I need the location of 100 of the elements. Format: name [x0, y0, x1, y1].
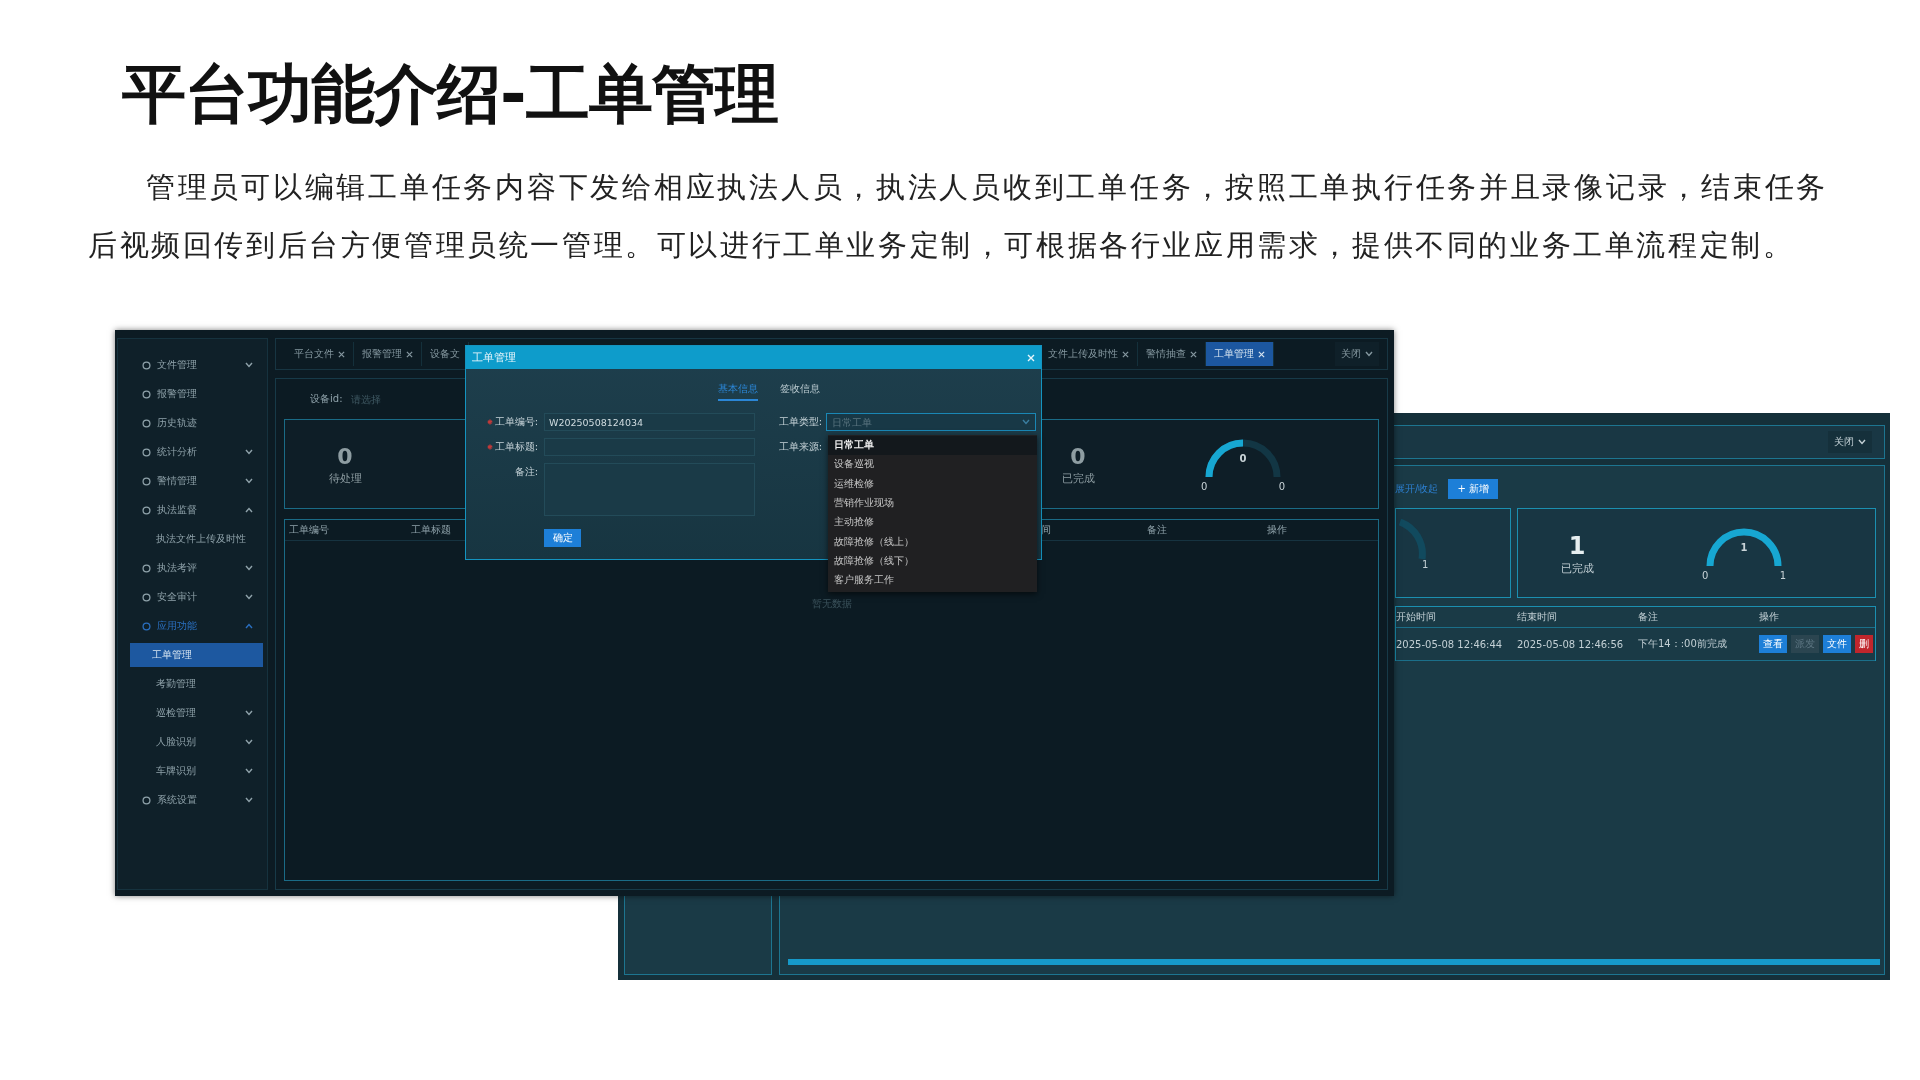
chevron-down-icon [245, 594, 253, 600]
chevron-down-icon [245, 362, 253, 368]
chevron-down-icon [245, 478, 253, 484]
tab[interactable]: 工单管理 [1206, 342, 1274, 366]
table-header-cell-text: 结束时间 [1517, 610, 1558, 624]
sidebar-item[interactable]: 安全审计 [118, 585, 267, 609]
circle-icon [142, 447, 151, 457]
stat-label: 已完成 [1061, 470, 1095, 486]
action-button[interactable]: 文件 [1823, 635, 1851, 653]
table-header-cell-text: 开始时间 [1396, 610, 1437, 624]
table-header-cell-text: 备注 [1638, 610, 1659, 624]
dropdown-option[interactable]: 主动抢修 [828, 513, 1037, 533]
gauge-value: 1 [1739, 542, 1749, 554]
sidebar-item[interactable]: 巡检管理 [118, 701, 267, 725]
sidebar-item[interactable]: 系统设置 [118, 788, 267, 812]
stat-value: 0 [1070, 442, 1086, 471]
slide-description: 管理员可以编辑工单任务内容下发给相应执法人员，执法人员收到工单任务，按照工单执行任务并且录像记录，结束任务后视频回传到后台方便管理员统一管理。可以进行工单业务定制，可根据各行业应用需求，提供不同的业务工单流程定制。 [88, 169, 1828, 264]
sidebar-item[interactable]: 车牌识别 [118, 759, 267, 783]
circle-icon [142, 476, 151, 486]
gauge-min-label: 0 [1201, 481, 1208, 493]
sidebar-item[interactable]: 工单管理 [130, 643, 263, 667]
field-label: 工单标题: [494, 440, 538, 454]
stat-label: 已完成 [1560, 560, 1594, 576]
sidebar-item[interactable]: 执法监督 [118, 498, 267, 522]
close-icon [406, 350, 413, 358]
sidebar-item[interactable]: 应用功能 [118, 614, 267, 638]
dropdown-option[interactable]: 运维检修 [828, 474, 1037, 494]
scroll-bar[interactable] [788, 959, 1880, 965]
field-label: 工单来源: [778, 440, 822, 454]
dropdown-option[interactable]: 客户服务工作 [828, 571, 1037, 591]
table-header-cell-text: 工单标题 [411, 523, 452, 537]
dropdown-option[interactable]: 日常工单 [828, 436, 1037, 456]
filter-label: 设备id: [310, 392, 343, 406]
sidebar-item[interactable]: 执法文件上传及时性 [118, 527, 267, 551]
dropdown-option[interactable]: 故障抢修（线下） [828, 551, 1037, 572]
chevron-down-icon [1858, 439, 1866, 445]
table-cell-text: 下午14：:00前完成 [1638, 637, 1728, 651]
asterisk-icon [486, 444, 493, 450]
chevron-down-icon [1365, 351, 1373, 357]
chevron-down-icon [245, 710, 253, 716]
sidebar-item[interactable]: 执法考评 [118, 556, 267, 580]
table-cell-text: 2025-05-08 12:46:44 [1396, 638, 1504, 650]
sidebar-item[interactable]: 统计分析 [118, 440, 267, 464]
close-icon [1190, 350, 1197, 358]
dropdown-option[interactable]: 故障抢修（线上） [828, 532, 1037, 552]
circle-icon [142, 360, 151, 370]
gauge-min-label: 0 [1702, 570, 1709, 582]
close-menu-button[interactable]: 关闭 [1335, 342, 1379, 366]
field-label: 备注: [514, 465, 538, 479]
close-icon [1258, 350, 1265, 358]
circle-icon [142, 795, 151, 805]
dialog-title: 工单管理 [472, 350, 516, 365]
slide-title: 平台功能介绍-工单管理 [122, 56, 779, 133]
circle-icon [142, 418, 151, 428]
sidebar-item[interactable]: 历史轨迹 [118, 411, 267, 435]
dropdown-option[interactable]: 营销作业现场 [828, 493, 1037, 514]
table-header-cell-text: 操作 [1267, 523, 1288, 537]
table-cell-text: 2025-05-08 12:46:56 [1517, 638, 1625, 650]
tab[interactable]: 平台文件 [286, 342, 354, 366]
chevron-down-icon [245, 797, 253, 803]
stat-value: 1 [1568, 530, 1586, 561]
circle-icon [142, 621, 151, 631]
gauge-value: 0 [1238, 453, 1248, 465]
stat-label: 待处理 [328, 470, 362, 486]
close-icon [1122, 350, 1129, 358]
tab[interactable]: 签收信息 [779, 379, 820, 401]
chevron-down-icon [245, 739, 253, 745]
table-header-cell-text: 间 [1041, 523, 1052, 537]
chevron-up-icon [245, 623, 253, 629]
circle-icon [142, 389, 151, 399]
confirm-button[interactable]: 确定 [544, 529, 581, 547]
field-label: 工单编号: [494, 415, 538, 429]
tab[interactable]: 报警管理 [354, 342, 422, 366]
close-menu-button[interactable]: 关闭 [1828, 431, 1872, 453]
action-button[interactable]: 查看 [1759, 635, 1787, 653]
chevron-down-icon [245, 449, 253, 455]
close-icon [1027, 353, 1035, 362]
field-label: 工单类型: [778, 415, 822, 429]
gauge-max-label: 0 [1278, 481, 1285, 493]
chevron-down-icon [245, 565, 253, 571]
sidebar-item[interactable]: 考勤管理 [118, 672, 267, 696]
table-header-cell-text: 操作 [1759, 610, 1780, 624]
circle-icon [142, 505, 151, 515]
chevron-down-icon [1022, 419, 1030, 425]
sidebar-item[interactable]: 报警管理 [118, 382, 267, 406]
table-header-cell-text: 工单编号 [289, 523, 330, 537]
add-button[interactable]: + 新增 [1448, 479, 1498, 499]
circle-icon [142, 592, 151, 602]
dropdown-option[interactable]: 设备巡视 [828, 455, 1037, 475]
chevron-up-icon [245, 507, 253, 513]
sidebar-item[interactable]: 人脸识别 [118, 730, 267, 754]
sidebar-item[interactable]: 文件管理 [118, 353, 267, 377]
gauge-max-label: 1 [1779, 570, 1786, 582]
gauge-max-label: 1 [1422, 559, 1429, 570]
sidebar-item[interactable]: 警情管理 [118, 469, 267, 493]
close-icon [338, 350, 345, 358]
action-button[interactable]: 删 [1855, 635, 1873, 653]
text-field[interactable]: W20250508124034 [544, 413, 755, 431]
table-header-cell-text: 备注 [1147, 523, 1168, 537]
close-button[interactable] [1027, 353, 1035, 362]
